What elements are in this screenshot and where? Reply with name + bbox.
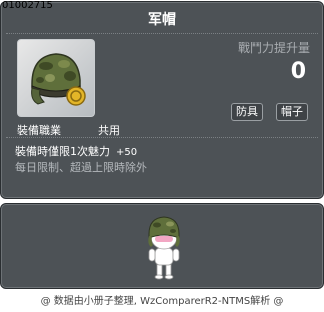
avatar-preview-panel	[0, 203, 324, 289]
title-divider	[6, 33, 318, 34]
daily-limit-text: 每日限制、超過上限時除外	[15, 161, 147, 174]
equip-effect-bonus: +50	[116, 147, 138, 158]
equip-effect-line: 裝備時僅限1次魅力 +50	[15, 143, 137, 159]
army-helmet-icon	[31, 53, 86, 106]
attack-increase-value: 0	[290, 59, 306, 84]
avatar-preview	[139, 212, 189, 282]
stats-divider	[6, 137, 318, 138]
item-tooltip-root: 01002715 军帽 戰鬥力提升量 0 防具 帽子 裝備職業 共用 裝備時僅限…	[0, 0, 324, 312]
category-tag-armor: 防具	[231, 103, 263, 121]
attack-increase-label: 戰鬥力提升量	[237, 41, 310, 55]
item-title: 军帽	[148, 12, 176, 28]
equip-effect-text: 裝備時僅限1次魅力	[15, 145, 110, 158]
job-label: 裝備職業	[17, 124, 61, 137]
item-id: 01002715	[2, 0, 53, 11]
avatar-character-icon	[148, 216, 180, 280]
item-icon-frame	[17, 39, 95, 117]
job-value: 共用	[98, 124, 120, 137]
item-tooltip-panel: 军帽 戰鬥力提升量 0 防具 帽子 裝備職業 共用 裝備時僅限1次魅力 +50 …	[0, 1, 324, 199]
footer-credit: @ 数据由小册子整理, WzComparerR2-NTMS解析 @	[40, 296, 284, 307]
category-tag-hat: 帽子	[276, 103, 308, 121]
